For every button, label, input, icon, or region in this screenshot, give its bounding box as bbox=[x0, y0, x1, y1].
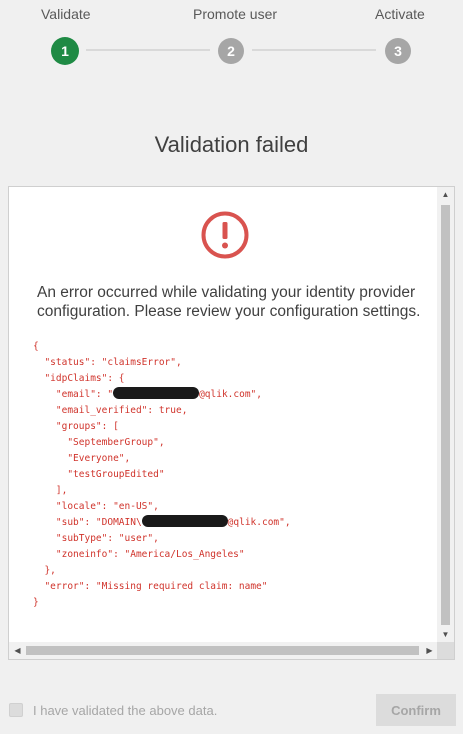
step-circle-validate: 1 bbox=[52, 38, 78, 64]
json-line: "locale": "en-US", bbox=[33, 501, 159, 512]
json-line: "email": " bbox=[33, 389, 114, 400]
panel-scroll-content[interactable]: An error occurred while validating your … bbox=[9, 187, 438, 643]
validated-checkbox-label[interactable]: I have validated the above data. bbox=[33, 703, 217, 718]
step-circle-promote-user: 2 bbox=[218, 38, 244, 64]
claims-json: { "status": "claimsError", "idpClaims": … bbox=[33, 339, 291, 611]
scroll-right-arrow-icon[interactable]: ▶ bbox=[421, 642, 438, 659]
scroll-down-arrow-icon[interactable]: ▼ bbox=[437, 627, 454, 643]
vertical-scroll-thumb[interactable] bbox=[441, 205, 450, 625]
json-line: "SeptemberGroup", bbox=[33, 437, 165, 448]
json-line: "testGroupEdited" bbox=[33, 469, 165, 480]
horizontal-scroll-thumb[interactable] bbox=[26, 646, 419, 655]
error-message: An error occurred while validating your … bbox=[37, 284, 421, 320]
step-label-validate: Validate bbox=[41, 6, 91, 22]
json-line: "status": "claimsError", bbox=[33, 357, 182, 368]
step-connector bbox=[86, 49, 210, 51]
json-line: "idpClaims": { bbox=[33, 373, 125, 384]
scroll-left-arrow-icon[interactable]: ◀ bbox=[9, 642, 26, 659]
json-line: "error": "Missing required claim: name" bbox=[33, 581, 268, 592]
confirm-button[interactable]: Confirm bbox=[376, 694, 456, 726]
error-circle-icon bbox=[201, 211, 249, 259]
validated-checkbox[interactable] bbox=[9, 703, 23, 717]
step-label-activate: Activate bbox=[375, 6, 425, 22]
horizontal-scrollbar[interactable]: ◀ ▶ bbox=[9, 642, 438, 659]
scrollbar-corner bbox=[437, 642, 454, 659]
json-line: }, bbox=[33, 565, 56, 576]
json-line: "zoneinfo": "America/Los_Angeles" bbox=[33, 549, 245, 560]
json-line: ], bbox=[33, 485, 68, 496]
validation-result-panel: An error occurred while validating your … bbox=[8, 186, 455, 660]
json-line: @qlik.com", bbox=[199, 389, 262, 400]
page-title: Validation failed bbox=[154, 132, 309, 157]
json-line: "Everyone", bbox=[33, 453, 131, 464]
json-line: "subType": "user", bbox=[33, 533, 159, 544]
scroll-up-arrow-icon[interactable]: ▲ bbox=[437, 187, 454, 203]
step-label-promote-user: Promote user bbox=[193, 6, 278, 22]
step-circle-activate: 3 bbox=[385, 38, 411, 64]
vertical-scrollbar[interactable]: ▲ ▼ bbox=[437, 187, 454, 643]
step-connector bbox=[252, 49, 376, 51]
json-line: "groups": [ bbox=[33, 421, 119, 432]
json-line: { bbox=[33, 341, 39, 352]
json-line: "email_verified": true, bbox=[33, 405, 188, 416]
json-line: @qlik.com", bbox=[227, 517, 291, 528]
json-line: } bbox=[33, 597, 39, 608]
redaction-mark bbox=[113, 387, 200, 399]
redaction-mark bbox=[141, 515, 228, 527]
stepper: Validate Promote user Activate 1 2 3 bbox=[0, 0, 463, 80]
json-line: "sub": "DOMAIN\ bbox=[33, 517, 142, 528]
